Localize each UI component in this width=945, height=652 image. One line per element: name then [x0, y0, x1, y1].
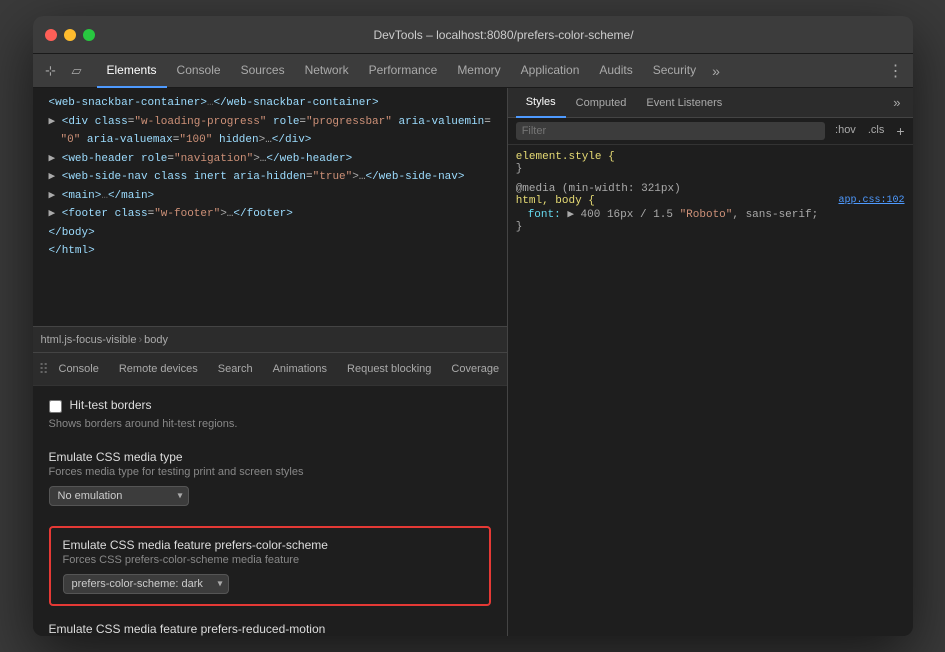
emulate-color-scheme-desc: Forces CSS prefers-color-scheme media fe…	[63, 554, 477, 566]
tab-network[interactable]: Network	[295, 54, 359, 88]
rendering-panel: Hit-test borders Shows borders around hi…	[33, 386, 507, 636]
emulate-reduced-motion-label: Emulate CSS media feature prefers-reduce…	[49, 622, 491, 636]
filter-buttons: :hov .cls +	[831, 123, 904, 139]
dom-line: ▶ <main>…</main>	[33, 187, 507, 206]
dom-line: </body>	[33, 224, 507, 243]
bottom-tab-request-blocking[interactable]: Request blocking	[337, 352, 441, 386]
dom-line: ▶ <web-side-nav class inert aria-hidden=…	[33, 168, 507, 187]
window-title: DevTools – localhost:8080/prefers-color-…	[107, 28, 901, 42]
hit-test-checkbox[interactable]	[49, 400, 62, 413]
styles-content[interactable]: element.style { } @media (min-width: 321…	[508, 145, 913, 636]
close-button[interactable]	[45, 29, 57, 41]
style-tabs-bar: Styles Computed Event Listeners »	[508, 88, 913, 118]
hit-test-section: Hit-test borders Shows borders around hi…	[49, 398, 491, 430]
tab-icon-buttons: ⊹ ▱	[39, 59, 89, 83]
add-style-rule-button[interactable]: +	[896, 123, 904, 139]
hit-test-label: Hit-test borders	[70, 398, 152, 412]
bottom-tab-search[interactable]: Search	[208, 352, 263, 386]
cursor-icon[interactable]: ⊹	[39, 59, 63, 83]
tab-security[interactable]: Security	[643, 54, 706, 88]
hit-test-desc: Shows borders around hit-test regions.	[49, 418, 491, 430]
breadcrumb: html.js-focus-visible › body	[33, 326, 507, 352]
style-filter-input[interactable]	[516, 122, 825, 140]
dom-line: ▶ <div class="w-loading-progress" role="…	[33, 113, 507, 132]
tab-audits[interactable]: Audits	[589, 54, 642, 88]
emulate-color-scheme-section: Emulate CSS media feature prefers-color-…	[49, 526, 491, 606]
styles-panel: Styles Computed Event Listeners » :hov .…	[508, 88, 913, 636]
traffic-lights	[45, 29, 95, 41]
bottom-tab-console[interactable]: Console	[49, 352, 109, 386]
emulate-color-scheme-label: Emulate CSS media feature prefers-color-…	[63, 538, 477, 552]
hit-test-row: Hit-test borders	[49, 398, 491, 414]
tab-console[interactable]: Console	[167, 54, 231, 88]
emulate-color-scheme-select-wrapper: No emulation prefers-color-scheme: light…	[63, 574, 229, 594]
main-tabs-bar: ⊹ ▱ Elements Console Sources Network Per…	[33, 54, 913, 88]
emulate-media-type-select-wrapper: No emulation print screen	[49, 486, 189, 506]
style-properties: font: ▶ 400 16px / 1.5 "Roboto", sans-se…	[516, 207, 905, 221]
cls-filter-button[interactable]: .cls	[864, 123, 889, 139]
style-filter-row: :hov .cls +	[508, 118, 913, 145]
emulate-media-type-section: Emulate CSS media type Forces media type…	[49, 450, 491, 506]
bottom-tabs-bar: ⠿ Console Remote devices Search Animatio…	[33, 352, 507, 386]
emulate-media-type-label: Emulate CSS media type	[49, 450, 491, 464]
bottom-tab-coverage[interactable]: Coverage	[441, 352, 506, 386]
style-tab-computed[interactable]: Computed	[566, 88, 637, 118]
media-query-rule: @media (min-width: 321px) html, body { a…	[516, 183, 905, 233]
breadcrumb-item-body[interactable]: body	[144, 334, 168, 346]
emulate-media-type-select[interactable]: No emulation print screen	[49, 486, 189, 506]
dom-line: </html>	[33, 242, 507, 261]
devtools-window: DevTools – localhost:8080/prefers-color-…	[33, 16, 913, 636]
dom-panel: <web-snackbar-container>…</web-snackbar-…	[33, 88, 508, 636]
tab-sources[interactable]: Sources	[231, 54, 295, 88]
dom-line: <web-snackbar-container>…</web-snackbar-…	[33, 94, 507, 113]
font-property: font:	[528, 209, 561, 221]
more-tabs-button[interactable]: »	[706, 63, 726, 79]
tab-memory[interactable]: Memory	[447, 54, 510, 88]
bottom-tab-animations[interactable]: Animations	[263, 352, 337, 386]
breadcrumb-item-html[interactable]: html.js-focus-visible	[41, 334, 137, 346]
dom-view[interactable]: <web-snackbar-container>…</web-snackbar-…	[33, 88, 507, 326]
bottom-tab-remote-devices[interactable]: Remote devices	[109, 352, 208, 386]
style-tab-styles[interactable]: Styles	[516, 88, 566, 118]
devtools-menu-button[interactable]: ⋮	[885, 60, 907, 82]
media-query: @media (min-width: 321px)	[516, 183, 905, 195]
element-style-rule: element.style { }	[516, 151, 905, 175]
hov-filter-button[interactable]: :hov	[831, 123, 860, 139]
tab-application[interactable]: Application	[511, 54, 590, 88]
content-area: <web-snackbar-container>…</web-snackbar-…	[33, 88, 913, 636]
style-source-link[interactable]: app.css:102	[838, 195, 904, 206]
emulate-reduced-motion-section: Emulate CSS media feature prefers-reduce…	[49, 622, 491, 636]
maximize-button[interactable]	[83, 29, 95, 41]
minimize-button[interactable]	[64, 29, 76, 41]
dom-line: "0" aria-valuemax="100" hidden>…</div>	[33, 131, 507, 150]
emulate-media-type-desc: Forces media type for testing print and …	[49, 466, 491, 478]
html-body-selector: html, body {	[516, 195, 595, 207]
style-tab-event-listeners[interactable]: Event Listeners	[636, 88, 732, 118]
dom-line: ▶ <web-header role="navigation">…</web-h…	[33, 150, 507, 169]
tab-elements[interactable]: Elements	[97, 54, 167, 88]
title-bar: DevTools – localhost:8080/prefers-color-…	[33, 16, 913, 54]
dom-line: ▶ <footer class="w-footer">…</footer>	[33, 205, 507, 224]
style-tabs-more[interactable]: »	[889, 95, 904, 110]
emulate-color-scheme-select[interactable]: No emulation prefers-color-scheme: light…	[63, 574, 229, 594]
tab-performance[interactable]: Performance	[359, 54, 448, 88]
element-style-selector: element.style {	[516, 151, 615, 163]
panel-drag-handle[interactable]: ⠿	[39, 361, 45, 378]
device-icon[interactable]: ▱	[65, 59, 89, 83]
